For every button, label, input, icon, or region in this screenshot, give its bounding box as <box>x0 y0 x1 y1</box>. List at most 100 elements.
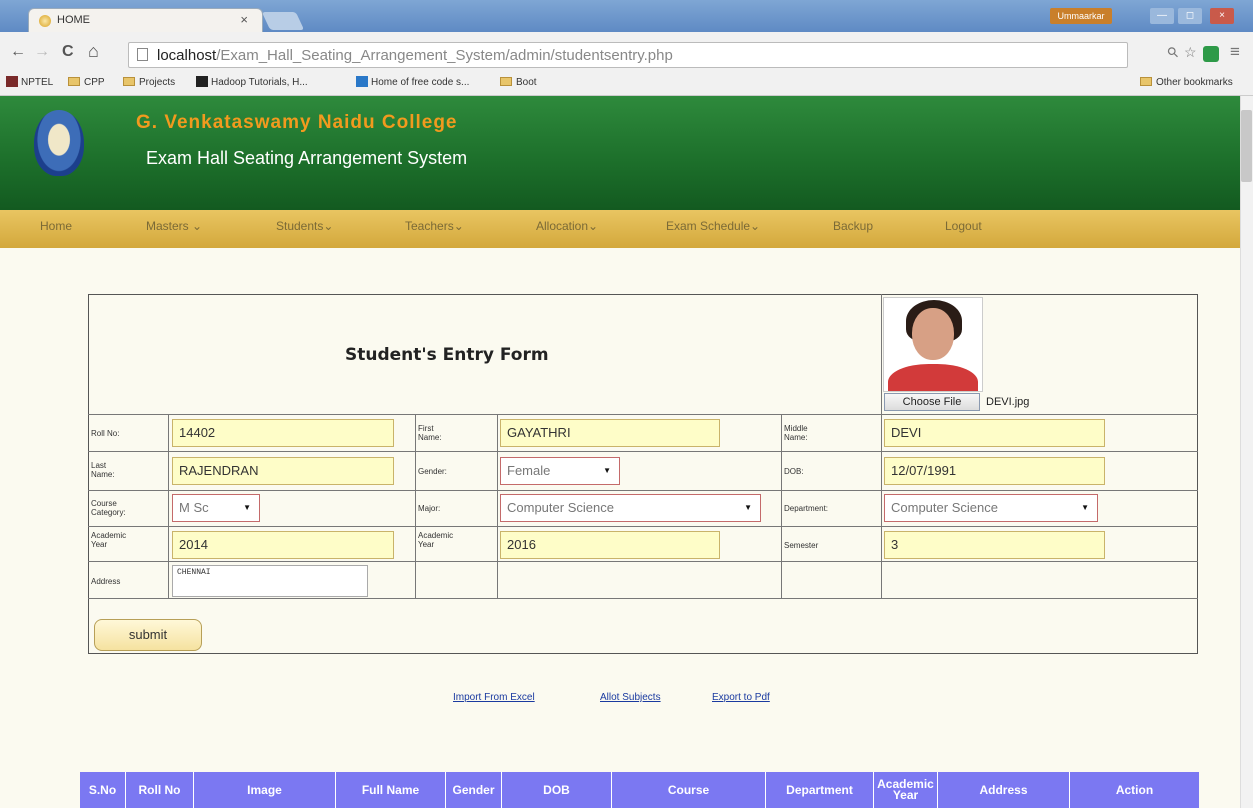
form-row-divider <box>88 526 1198 527</box>
allot-subjects-link[interactable]: Allot Subjects <box>600 692 661 703</box>
folder-icon <box>68 77 80 86</box>
form-col-divider <box>497 414 498 598</box>
first-name-input[interactable]: GAYATHRI <box>500 419 720 447</box>
bookmark-free-code[interactable]: Home of free code s... <box>356 76 469 88</box>
department-label: Department: <box>784 504 829 513</box>
middle-name-label: Middle Name: <box>784 424 808 442</box>
bookmark-projects[interactable]: Projects <box>123 77 175 88</box>
col-gender: Gender <box>446 772 502 808</box>
import-from-excel-link[interactable]: Import From Excel <box>453 692 535 703</box>
dropdown-arrow-icon: ▼ <box>243 503 251 512</box>
form-col-divider <box>168 414 169 598</box>
bookmark-boot[interactable]: Boot <box>500 77 537 88</box>
chrome-menu-icon[interactable]: ≡ <box>1230 42 1240 62</box>
semester-input[interactable]: 3 <box>884 531 1105 559</box>
form-row-divider <box>88 451 1198 452</box>
home-icon[interactable]: ⌂ <box>88 41 99 62</box>
menu-allocation[interactable]: Allocation⌄ <box>536 219 598 233</box>
major-select[interactable]: Computer Science ▼ <box>500 494 761 522</box>
form-col-divider <box>881 294 882 414</box>
gender-label: Gender: <box>418 467 447 476</box>
bookmark-label: Hadoop Tutorials, H... <box>211 77 308 88</box>
bookmark-star-icon[interactable]: ☆ <box>1184 44 1197 61</box>
back-icon[interactable]: ← <box>10 43 26 61</box>
last-name-input[interactable]: RAJENDRAN <box>172 457 394 485</box>
forward-icon[interactable]: → <box>34 43 50 61</box>
college-logo <box>34 110 84 176</box>
menu-masters[interactable]: Masters ⌄ <box>146 219 202 233</box>
selected-file-name: DEVI.jpg <box>986 396 1030 408</box>
close-window-button[interactable]: × <box>1210 8 1234 24</box>
extension-icon[interactable] <box>1203 46 1219 62</box>
bookmark-other[interactable]: Other bookmarks <box>1140 77 1233 88</box>
roll-no-input[interactable]: 14402 <box>172 419 394 447</box>
col-sno: S.No <box>80 772 126 808</box>
form-col-divider <box>781 414 782 598</box>
url-text: localhost/Exam_Hall_Seating_Arrangement_… <box>157 47 673 64</box>
menu-home[interactable]: Home <box>40 219 72 233</box>
bookmark-cpp[interactable]: CPP <box>68 77 105 88</box>
roll-no-label: Roll No: <box>91 429 120 438</box>
maximize-button[interactable]: ◻ <box>1178 8 1202 24</box>
folder-icon <box>500 77 512 86</box>
form-row-divider <box>88 490 1198 491</box>
gender-select[interactable]: Female ▼ <box>500 457 620 485</box>
form-title: Student's Entry Form <box>345 345 549 365</box>
nptel-icon <box>6 76 18 87</box>
code-site-icon <box>356 76 368 87</box>
department-select[interactable]: Computer Science ▼ <box>884 494 1098 522</box>
course-category-select[interactable]: M Sc ▼ <box>172 494 260 522</box>
page-scrollbar[interactable] <box>1240 96 1253 808</box>
menu-exam-schedule[interactable]: Exam Schedule⌄ <box>666 219 760 233</box>
academic-year-from-label: Academic Year <box>91 531 127 549</box>
menu-students[interactable]: Students⌄ <box>276 219 333 233</box>
minimize-button[interactable]: — <box>1150 8 1174 24</box>
form-row-divider <box>88 598 1198 599</box>
form-row-divider <box>88 414 1198 415</box>
menu-teachers[interactable]: Teachers⌄ <box>405 219 464 233</box>
bookmark-label: CPP <box>84 77 105 88</box>
col-roll-no: Roll No <box>126 772 194 808</box>
middle-name-input[interactable]: DEVI <box>884 419 1105 447</box>
last-name-label: Last Name: <box>91 461 115 479</box>
bookmark-label: Projects <box>139 77 176 88</box>
url-path: /Exam_Hall_Seating_Arrangement_System/ad… <box>216 47 673 64</box>
bookmark-label: Boot <box>516 77 537 88</box>
bookmark-hadoop[interactable]: Hadoop Tutorials, H... <box>196 76 308 88</box>
address-textarea[interactable]: CHENNAI <box>172 565 368 597</box>
reload-icon[interactable]: C <box>62 43 74 61</box>
dropdown-arrow-icon: ▼ <box>1081 503 1089 512</box>
form-row-divider <box>88 561 1198 562</box>
col-department: Department <box>766 772 874 808</box>
dropdown-arrow-icon: ▼ <box>744 503 752 512</box>
first-name-label: First Name: <box>418 424 442 442</box>
col-dob: DOB <box>502 772 612 808</box>
bookmark-nptel[interactable]: NPTEL <box>6 76 53 88</box>
form-col-divider <box>415 414 416 598</box>
col-course: Course <box>612 772 766 808</box>
semester-label: Semester <box>784 541 819 550</box>
col-image: Image <box>194 772 336 808</box>
export-to-pdf-link[interactable]: Export to Pdf <box>712 692 770 703</box>
college-name: G. Venkataswamy Naidu College <box>136 112 458 133</box>
address-bar[interactable]: localhost/Exam_Hall_Seating_Arrangement_… <box>128 42 1128 68</box>
menu-backup[interactable]: Backup <box>833 219 873 233</box>
academic-year-from-input[interactable]: 2014 <box>172 531 394 559</box>
academic-year-to-label: Academic Year <box>418 531 454 549</box>
dob-input[interactable]: 12/07/1991 <box>884 457 1105 485</box>
browser-tab[interactable]: HOME × <box>28 8 263 32</box>
student-photo <box>883 297 983 392</box>
bookmark-label: Other bookmarks <box>1156 77 1233 88</box>
folder-icon <box>123 77 135 86</box>
submit-button[interactable]: submit <box>94 619 202 651</box>
tab-close-icon[interactable]: × <box>240 12 248 27</box>
url-host: localhost <box>157 47 217 64</box>
window-user-badge[interactable]: Ummaarkar <box>1050 8 1112 24</box>
scrollbar-thumb[interactable] <box>1241 110 1252 182</box>
menu-logout[interactable]: Logout <box>945 219 982 233</box>
academic-year-to-input[interactable]: 2016 <box>500 531 720 559</box>
col-address: Address <box>938 772 1070 808</box>
dropdown-arrow-icon: ▼ <box>603 466 611 475</box>
choose-file-button[interactable]: Choose File <box>884 393 980 411</box>
photo-body <box>888 364 978 391</box>
